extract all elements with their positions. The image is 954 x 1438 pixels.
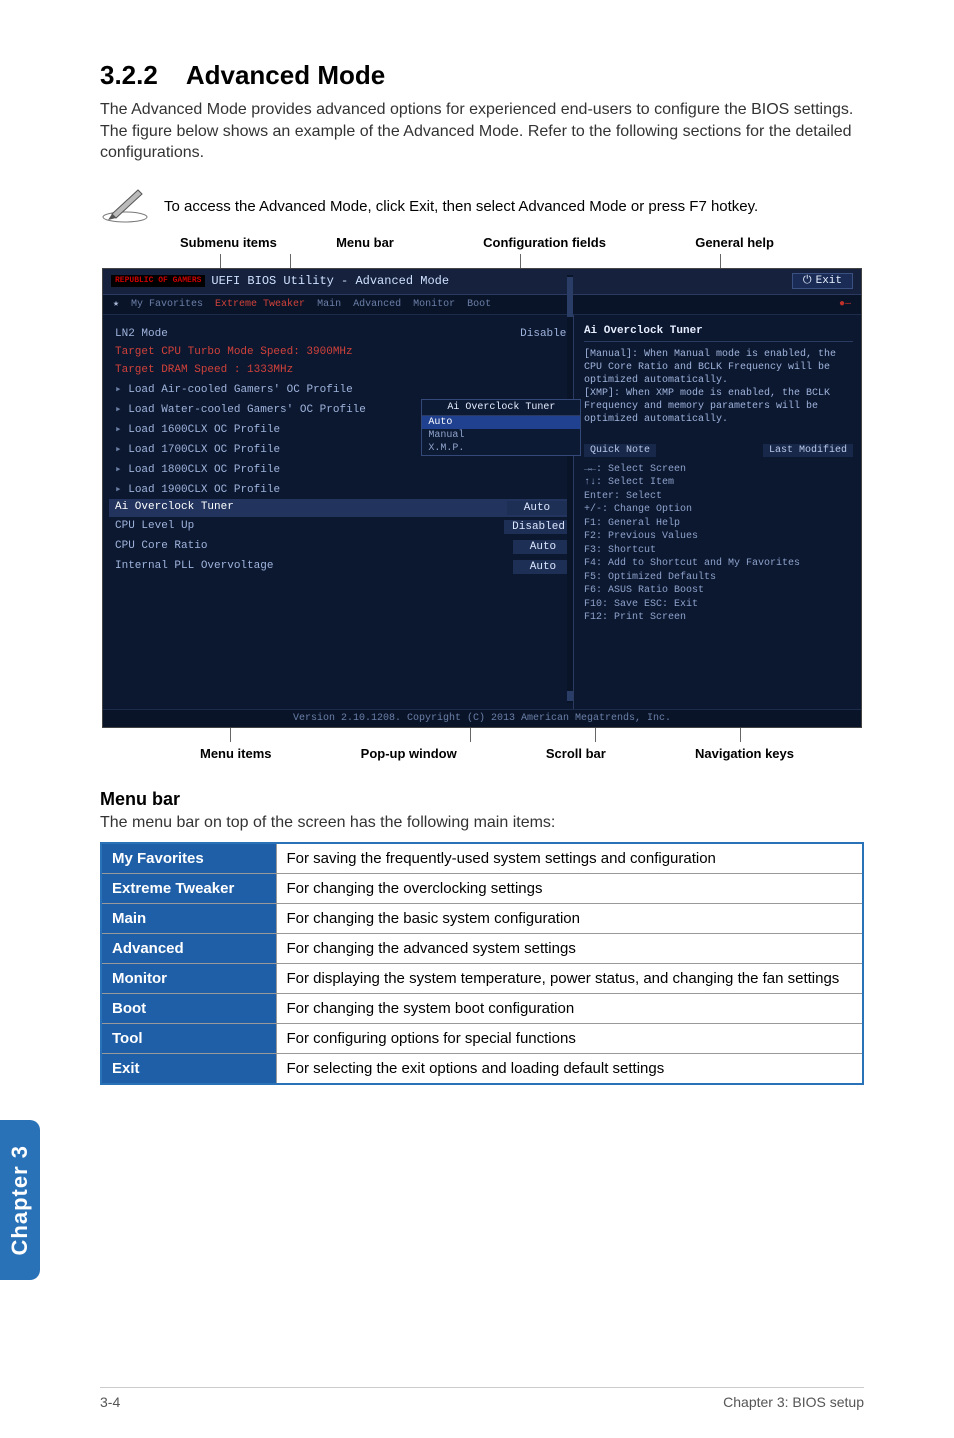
note-row: To access the Advanced Mode, click Exit,… [100,184,864,229]
menu-my-favorites[interactable]: My Favorites [131,299,203,310]
table-row: My FavoritesFor saving the frequently-us… [101,843,863,874]
label-config-fields: Configuration fields [483,235,606,250]
heading-number: 3.2.2 [100,60,158,90]
bios-screenshot: REPUBLIC OF GAMERS UEFI BIOS Utility - A… [102,268,862,728]
table-key: Exit [101,1053,276,1084]
table-key: Boot [101,993,276,1023]
label-navigation-keys: Navigation keys [695,746,794,761]
scrollbar[interactable] [567,275,573,703]
list-item[interactable]: Internal PLL OvervoltageAuto [115,557,573,577]
menu-boot[interactable]: Boot [467,299,491,310]
table-key: Monitor [101,963,276,993]
footer-chapter: Chapter 3: BIOS setup [723,1394,864,1410]
bios-menu-bar[interactable]: ★ My Favorites Extreme Tweaker Main Adva… [103,295,861,315]
table-value: For configuring options for special func… [276,1023,863,1053]
label-general-help: General help [695,235,774,250]
power-icon: ⏻ [803,275,812,287]
table-key: Tool [101,1023,276,1053]
bullet-icon: ●— [839,299,851,310]
subheading: Menu bar [100,789,864,810]
pencil-icon [100,184,150,229]
table-key: Main [101,903,276,933]
exit-button[interactable]: ⏻ Exit [792,273,853,289]
list-item[interactable]: Load 1800CLX OC Profile [115,459,573,479]
list-item[interactable]: CPU Level UpDisabled [115,517,573,537]
table-row: MainFor changing the basic system config… [101,903,863,933]
table-row: ToolFor configuring options for special … [101,1023,863,1053]
menu-bar-table: My FavoritesFor saving the frequently-us… [100,842,864,1085]
label-scroll-bar: Scroll bar [546,746,606,761]
chapter-label: Chapter 3 [7,1145,33,1255]
quicknote-bar: Quick Note Last Modified [584,444,853,457]
list-item[interactable]: Load 1900CLX OC Profile [115,479,573,499]
chapter-side-tab: Chapter 3 [0,1120,40,1280]
bios-title: UEFI BIOS Utility - Advanced Mode [211,274,449,288]
subdesc: The menu bar on top of the screen has th… [100,814,864,832]
table-key: Extreme Tweaker [101,873,276,903]
popup-option[interactable]: Manual [422,429,580,442]
label-submenu-items: Submenu items [180,235,277,250]
heading-title: Advanced Mode [186,60,385,90]
table-value: For changing the basic system configurat… [276,903,863,933]
help-title: Ai Overclock Tuner [584,325,853,342]
scroll-thumb[interactable] [567,277,573,317]
table-row: MonitorFor displaying the system tempera… [101,963,863,993]
star-icon: ★ [113,298,119,310]
menu-monitor[interactable]: Monitor [413,299,455,310]
callout-labels-top: Submenu items Menu bar Configuration fie… [140,235,834,250]
table-value: For changing the overclocking settings [276,873,863,903]
list-item: Target DRAM Speed : 1333MHz [115,361,573,379]
popup-option[interactable]: Auto [422,416,580,429]
table-value: For selecting the exit options and loadi… [276,1053,863,1084]
table-row: AdvancedFor changing the advanced system… [101,933,863,963]
label-popup-window: Pop-up window [361,746,457,761]
page-footer: 3-4 Chapter 3: BIOS setup [100,1387,864,1410]
table-key: My Favorites [101,843,276,874]
table-key: Advanced [101,933,276,963]
popup-option[interactable]: X.M.P. [422,442,580,455]
bios-right-pane: Ai Overclock Tuner [Manual]: When Manual… [573,315,861,709]
table-value: For saving the frequently-used system se… [276,843,863,874]
menu-main[interactable]: Main [317,299,341,310]
label-menu-bar: Menu bar [336,235,394,250]
list-item: Target CPU Turbo Mode Speed: 3900MHz [115,343,573,361]
page-number: 3-4 [100,1394,120,1410]
callout-labels-bottom: Menu items Pop-up window Scroll bar Navi… [140,746,834,761]
heading: 3.2.2 Advanced Mode [100,60,864,91]
quick-note-button[interactable]: Quick Note [584,444,656,457]
scroll-thumb[interactable] [567,691,573,701]
callout-ticks-bottom [100,728,864,742]
popup-title: Ai Overclock Tuner [422,400,580,416]
intro-paragraph: The Advanced Mode provides advanced opti… [100,99,864,164]
list-item[interactable]: CPU Core RatioAuto [115,537,573,557]
menu-advanced[interactable]: Advanced [353,299,401,310]
table-value: For changing the advanced system setting… [276,933,863,963]
navigation-keys: →←: Select Screen ↑↓: Select Item Enter:… [584,463,853,625]
selected-item[interactable]: Ai Overclock TunerAuto [109,499,573,517]
popup-window: Ai Overclock Tuner Auto Manual X.M.P. [421,399,581,456]
bios-footer: Version 2.10.1208. Copyright (C) 2013 Am… [103,709,861,727]
table-row: Extreme TweakerFor changing the overcloc… [101,873,863,903]
table-value: For displaying the system temperature, p… [276,963,863,993]
help-description: [Manual]: When Manual mode is enabled, t… [584,348,853,426]
exit-label: Exit [816,275,842,287]
table-row: BootFor changing the system boot configu… [101,993,863,1023]
list-item[interactable]: LN2 ModeDisabled [115,325,573,343]
last-modified-button[interactable]: Last Modified [763,444,853,457]
menu-extreme-tweaker[interactable]: Extreme Tweaker [215,299,305,310]
callout-ticks-top [100,254,864,268]
label-menu-items: Menu items [200,746,272,761]
list-item[interactable]: Load Air-cooled Gamers' OC Profile [115,379,573,399]
bios-titlebar: REPUBLIC OF GAMERS UEFI BIOS Utility - A… [103,269,861,295]
bios-left-pane: LN2 ModeDisabled Target CPU Turbo Mode S… [103,315,573,709]
table-row: ExitFor selecting the exit options and l… [101,1053,863,1084]
rog-badge: REPUBLIC OF GAMERS [111,275,205,287]
table-value: For changing the system boot configurati… [276,993,863,1023]
note-text: To access the Advanced Mode, click Exit,… [164,198,864,215]
